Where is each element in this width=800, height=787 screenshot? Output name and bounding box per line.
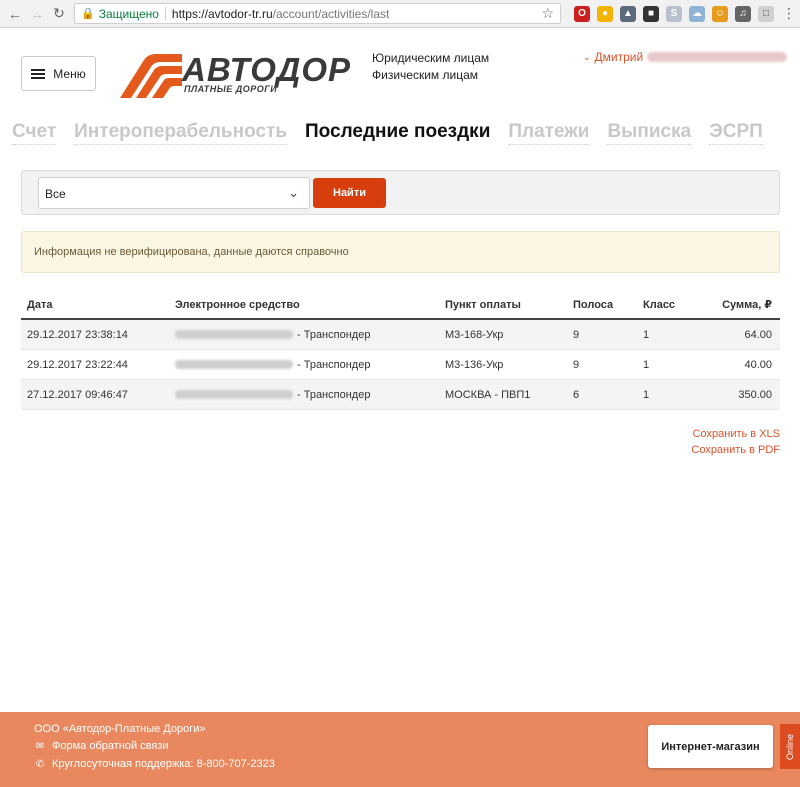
envelope-icon: ✉ (35, 740, 45, 752)
header-date[interactable]: Дата (27, 291, 52, 318)
row-lane: 6 (573, 388, 580, 401)
chevron-down-icon: ⌄ (288, 185, 299, 200)
site-footer: ООО «Автодор-Платные Дороги» ✉ Форма обр… (0, 712, 800, 787)
reload-icon[interactable]: ↻ (50, 5, 68, 23)
support-line: ✆ Круглосуточная поддержка: 8-800-707-23… (34, 758, 275, 770)
header-device[interactable]: Электронное средство (175, 291, 300, 318)
dark-extension-icon[interactable]: ■ (643, 5, 659, 22)
row-point: МОСКВА - ПВП1 (445, 388, 531, 401)
row-date: 29.12.2017 23:22:44 (27, 358, 128, 371)
forward-icon[interactable]: → (28, 5, 46, 23)
row-date: 29.12.2017 23:38:14 (27, 328, 128, 341)
row-device-type: - Транспондер (297, 358, 371, 371)
redacted-device-number (175, 330, 293, 339)
header-class[interactable]: Класс (643, 291, 675, 318)
row-device-type: - Транспондер (297, 328, 371, 341)
address-separator (164, 7, 166, 20)
browser-menu-icon[interactable]: ⋮ (782, 5, 796, 22)
row-class: 1 (643, 388, 650, 401)
site-header: Меню АВТОДОР ПЛАТНЫЕ ДОРОГИ Юридическим … (0, 28, 800, 114)
logo-subtitle: ПЛАТНЫЕ ДОРОГИ (184, 84, 278, 94)
row-class: 1 (643, 328, 650, 341)
online-label: Online (785, 733, 796, 760)
cloud-extension-icon[interactable]: ☁ (689, 5, 705, 22)
audience-links: Юридическим лицам Физическим лицам (372, 50, 489, 84)
find-button[interactable]: Найти (313, 178, 386, 208)
feedback-label: Форма обратной связи (52, 740, 169, 752)
save-xls-link[interactable]: Сохранить в XLS (691, 426, 780, 442)
music-extension-icon[interactable]: ♫ (735, 5, 751, 22)
hamburger-icon (31, 68, 46, 79)
logo[interactable]: АВТОДОР ПЛАТНЫЕ ДОРОГИ (118, 50, 350, 102)
road-stripes-logo-icon (120, 54, 182, 98)
row-device: - Транспондер (175, 350, 370, 379)
footer-company: ООО «Автодор-Платные Дороги» (34, 723, 206, 735)
lock-icon: 🔒 (81, 8, 95, 20)
shield-extension-icon[interactable]: ▲ (620, 5, 636, 22)
tab-account[interactable]: Счет (12, 121, 57, 145)
tab-statement[interactable]: Выписка (607, 121, 692, 145)
row-point: М3-168-Укр (445, 328, 504, 341)
online-shop-button[interactable]: Интернет-магазин (648, 725, 773, 768)
trips-table: Дата Электронное средство Пункт оплаты П… (21, 291, 780, 410)
row-device: - Транспондер (175, 380, 370, 409)
save-pdf-link[interactable]: Сохранить в PDF (691, 442, 780, 458)
table-row: 27.12.2017 09:46:47 - Транспондер МОСКВА… (21, 380, 780, 410)
user-menu[interactable]: ⌄ Дмитрий (583, 50, 788, 64)
tab-payments[interactable]: Платежи (508, 121, 590, 145)
table-header: Дата Электронное средство Пункт оплаты П… (21, 291, 780, 320)
online-chat-tab[interactable]: Online (780, 724, 800, 769)
phone-icon: ✆ (35, 758, 45, 770)
row-class: 1 (643, 358, 650, 371)
header-lane[interactable]: Полоса (573, 291, 613, 318)
legal-entities-link[interactable]: Юридическим лицам (372, 50, 489, 67)
user-name: Дмитрий (594, 50, 644, 64)
back-icon[interactable]: ← (6, 5, 24, 23)
tab-esrp[interactable]: ЭСРП (709, 121, 763, 145)
cast-extension-icon[interactable]: □ (758, 5, 774, 22)
bookmark-star-icon[interactable]: ☆ (541, 5, 554, 22)
row-lane: 9 (573, 328, 580, 341)
menu-label: Меню (53, 66, 86, 81)
opera-extension-icon[interactable]: O (574, 5, 590, 22)
row-point: М3-136-Укр (445, 358, 504, 371)
row-device: - Транспондер (175, 320, 370, 349)
secure-label: Защищено (98, 6, 159, 21)
redacted-device-number (175, 390, 293, 399)
row-lane: 9 (573, 358, 580, 371)
table-row: 29.12.2017 23:38:14 - Транспондер М3-168… (21, 320, 780, 350)
feedback-link[interactable]: ✉ Форма обратной связи (34, 740, 169, 752)
table-row: 29.12.2017 23:22:44 - Транспондер М3-136… (21, 350, 780, 380)
redacted-surname (647, 52, 788, 62)
browser-toolbar: ← → ↻ 🔒 Защищено https://avtodor-tr.ru /… (0, 0, 800, 28)
header-sum[interactable]: Сумма, ₽ (722, 291, 772, 318)
orange-extension-icon[interactable]: ☺ (712, 5, 728, 22)
verification-notice: Информация не верифицирована, данные даю… (21, 231, 780, 273)
support-label: Круглосуточная поддержка: 8-800-707-2323 (52, 758, 275, 770)
colorful-extension-icon[interactable]: ● (597, 5, 613, 22)
redacted-device-number (175, 360, 293, 369)
header-point[interactable]: Пункт оплаты (445, 291, 521, 318)
row-device-type: - Транспондер (297, 388, 371, 401)
tab-last-trips[interactable]: Последние поездки (305, 121, 490, 145)
row-sum: 64.00 (744, 328, 772, 341)
filter-panel: Все ⌄ Найти (21, 170, 780, 215)
row-sum: 350.00 (738, 388, 772, 401)
export-links: Сохранить в XLS Сохранить в PDF (691, 426, 780, 458)
device-select-value: Все (45, 187, 66, 201)
chevron-down-icon: ⌄ (583, 51, 591, 62)
row-date: 27.12.2017 09:46:47 (27, 388, 128, 401)
individuals-link[interactable]: Физическим лицам (372, 67, 489, 84)
address-bar[interactable]: 🔒 Защищено https://avtodor-tr.ru /accoun… (74, 3, 561, 24)
menu-button[interactable]: Меню (21, 56, 96, 91)
row-sum: 40.00 (744, 358, 772, 371)
account-tabs: Счет Интероперабельность Последние поезд… (12, 121, 763, 145)
skype-extension-icon[interactable]: S (666, 5, 682, 22)
url-host: https://avtodor-tr.ru (171, 6, 273, 21)
url-path: /account/activities/last (272, 6, 390, 21)
tab-interoperability[interactable]: Интероперабельность (74, 121, 287, 145)
device-select[interactable]: Все ⌄ (38, 177, 310, 209)
